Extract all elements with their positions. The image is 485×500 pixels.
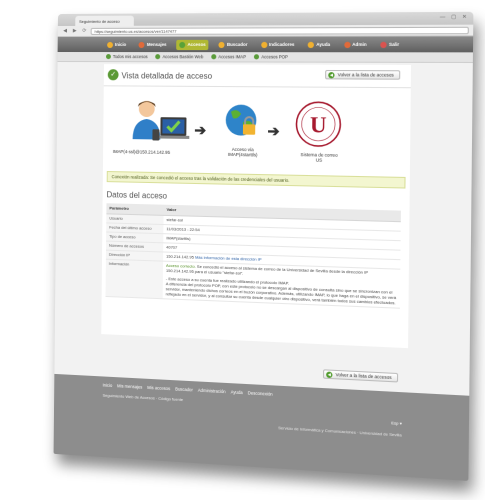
footer-institution: Servicio de Informática y Comunicaciones… <box>278 425 402 438</box>
subnav-label: Todos mis accesos <box>112 54 148 60</box>
mail-system-node: U <box>294 100 343 151</box>
nav-buscador[interactable]: Buscador <box>216 39 251 49</box>
nav-label: Mensajes <box>146 41 167 48</box>
help-icon <box>307 41 315 48</box>
nav-label: Ayuda <box>316 41 331 48</box>
footer-link[interactable]: Buscador <box>175 386 193 392</box>
globe-lock-icon <box>225 104 259 136</box>
access-flow-diagram: ➔ ➔ U IMAP(4-ssl)@150.214.142.95 Acceso … <box>103 86 411 175</box>
main-content: ✓ Vista detallada de acceso ◀ Volver a l… <box>101 64 412 349</box>
nav-inicio[interactable]: Inicio <box>104 39 129 49</box>
forward-nav-icon[interactable]: ▶ <box>71 27 78 34</box>
university-seal-icon: U <box>294 100 343 149</box>
page-title: Vista detallada de acceso <box>121 71 213 81</box>
access-icon <box>211 54 217 60</box>
window-controls[interactable]: — ▢ ✕ <box>440 14 469 21</box>
chart-icon <box>260 41 267 48</box>
nav-label: Inicio <box>114 41 127 48</box>
admin-icon <box>343 41 351 48</box>
row-value: Acceso correcto. Se concedió el acceso a… <box>162 260 401 308</box>
footer-link[interactable]: Inicio <box>103 382 113 388</box>
nav-ayuda[interactable]: Ayuda <box>305 39 334 49</box>
sub-navigation: Todos mis accesos Accesos Bastión Web Ac… <box>57 52 473 64</box>
back-to-list-button-bottom[interactable]: ◀ Volver a la lista de accesos <box>322 369 399 383</box>
search-icon <box>218 41 225 48</box>
footer-copyright: Seguimiento Web de Accesos · Código fuen… <box>102 392 184 403</box>
top-navigation: Inicio Mensajes Accesos Buscador Indicad… <box>57 36 474 53</box>
access-method-line2: IMAP(4starttls) <box>227 151 258 158</box>
browser-tab[interactable]: Seguimiento de acceso <box>75 15 134 26</box>
svg-text:U: U <box>310 111 327 137</box>
origin-caption: IMAP(4-ssl)@150.214.142.95 <box>112 148 171 155</box>
page-header: ✓ Vista detallada de acceso ◀ Volver a l… <box>103 64 412 89</box>
tab-strip: Seguimiento de acceso — ▢ ✕ <box>57 11 474 27</box>
nav-salir[interactable]: Salir <box>377 39 402 50</box>
subnav-label: Accesos POP <box>261 54 289 60</box>
ip-value: 150.214.142.95 <box>166 253 194 260</box>
footer: Inicio Mis mensajes Mis accesos Buscador… <box>53 373 470 481</box>
nav-label: Indicadores <box>268 41 295 48</box>
access-icon: ✓ <box>107 69 119 81</box>
logout-icon <box>380 41 387 48</box>
nav-label: Buscador <box>226 41 248 48</box>
user-with-laptop-icon <box>132 100 190 141</box>
nav-label: Salir <box>388 41 400 48</box>
access-details-table: Parámetro Valor Usuario stefar-sol Fecha … <box>105 203 401 308</box>
back-to-list-button[interactable]: ◀ Volver a la lista de accesos <box>325 69 401 80</box>
ip-info-link[interactable]: Más información de esta dirección IP <box>195 255 262 262</box>
row-key: Información <box>105 258 164 299</box>
user-device-node <box>131 99 191 146</box>
access-icon <box>105 54 111 60</box>
mail-icon <box>138 41 145 48</box>
access-method-node <box>222 99 259 147</box>
flow-arrow-icon: ➔ <box>267 122 280 140</box>
flow-arrow-icon: ➔ <box>194 121 207 139</box>
nav-label: Accesos <box>187 41 206 48</box>
nav-mensajes[interactable]: Mensajes <box>136 39 170 49</box>
address-bar[interactable]: https://seguimiento.us.es/accesos/ver/11… <box>90 26 469 35</box>
footer-link[interactable]: Ayuda <box>231 389 243 395</box>
subnav-label: Accesos Bastión Web <box>162 54 204 60</box>
subnav-label: Accesos IMAP <box>218 54 247 60</box>
access-icon <box>179 41 186 48</box>
arrow-left-icon: ◀ <box>328 72 335 79</box>
browser-window: Seguimiento de acceso — ▢ ✕ ◀ ▶ ⟳ https:… <box>53 11 474 481</box>
footer-link[interactable]: Administración <box>198 388 226 395</box>
footer-link[interactable]: Desconexión <box>248 390 273 397</box>
nav-label: Admin <box>352 41 367 48</box>
access-icon <box>155 54 161 60</box>
system-caption: Sistema de correo US <box>298 152 340 163</box>
footer-link[interactable]: Mis accesos <box>147 385 170 391</box>
subnav-imap[interactable]: Accesos IMAP <box>211 54 246 59</box>
access-method-caption: Acceso vía IMAP(4starttls) <box>222 147 263 158</box>
back-nav-icon[interactable]: ◀ <box>62 27 69 34</box>
back-button-label: Volver a la lista de accesos <box>335 371 392 381</box>
language-selector[interactable]: Esp ▾ <box>391 420 402 426</box>
nav-admin[interactable]: Admin <box>341 39 370 50</box>
subnav-pop[interactable]: Accesos POP <box>254 54 288 59</box>
nav-indicadores[interactable]: Indicadores <box>258 39 298 49</box>
stage: Seguimiento de acceso — ▢ ✕ ◀ ▶ ⟳ https:… <box>0 0 485 500</box>
subnav-todos[interactable]: Todos mis accesos <box>105 54 148 60</box>
info-text: Se concedió el acceso al sistema de corr… <box>165 263 369 276</box>
nav-accesos[interactable]: Accesos <box>176 39 209 50</box>
subnav-bastion[interactable]: Accesos Bastión Web <box>155 54 204 60</box>
address-row: ◀ ▶ ⟳ https://seguimiento.us.es/accesos/… <box>57 24 474 38</box>
reload-icon[interactable]: ⟳ <box>81 27 88 34</box>
footer-link[interactable]: Mis mensajes <box>117 383 142 389</box>
back-button-label: Volver a la lista de accesos <box>337 72 394 78</box>
system-line2: US <box>315 157 323 163</box>
home-icon <box>107 41 114 48</box>
arrow-left-icon: ◀ <box>326 371 333 379</box>
access-icon <box>254 54 260 60</box>
